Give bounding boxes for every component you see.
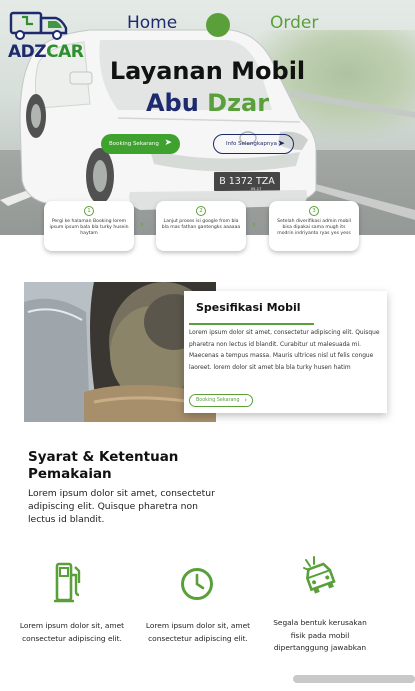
- step-card-2: 2 Lanjut proses isi google from bla bla …: [156, 201, 246, 251]
- step-card-3: 3 Setelah diverifikasi admin mobil bisa …: [269, 201, 359, 251]
- info-button[interactable]: Info Selengkapnya ➤: [213, 134, 294, 154]
- step-number: 1: [84, 206, 94, 216]
- page: B 1372 TZA 05.17 ADZCAR Home Order Layan…: [0, 0, 415, 691]
- terms-title: Syarat & Ketentuan Pemakaian: [28, 449, 179, 482]
- chevron-right-icon: ›: [140, 220, 144, 230]
- clock-icon: [181, 568, 213, 600]
- nav-order-link[interactable]: Order: [270, 13, 318, 33]
- spec-booking-button-label: Booking Sekarang: [196, 398, 240, 403]
- hero-section: B 1372 TZA 05.17 ADZCAR Home Order Layan…: [0, 0, 415, 235]
- terms-body: Lorem ipsum dolor sit amet, consectetur …: [28, 488, 215, 525]
- arrow-right-icon: ›: [244, 396, 247, 404]
- car-crash-icon: [303, 556, 336, 594]
- spec-booking-button[interactable]: Booking Sekarang ›: [189, 394, 253, 407]
- arrow-right-icon: ➤: [164, 138, 172, 148]
- step-text: Lanjut proses isi google from bla bla ma…: [161, 219, 241, 230]
- brand-logo[interactable]: ADZCAR: [8, 8, 84, 64]
- hero-title-abu: Abu: [145, 89, 199, 117]
- spec-description: Lorem ipsum dolor sit amet, consectetur …: [189, 330, 380, 371]
- step-number: 3: [309, 206, 319, 216]
- step-card-1: 1 Pergi ke halaman Booking lorem ipsum i…: [44, 201, 134, 251]
- booking-button-label: Booking Sekarang: [109, 141, 159, 147]
- nav-home-link[interactable]: Home: [127, 13, 177, 33]
- hero-title-line1: Layanan Mobil: [109, 57, 306, 85]
- arrow-right-icon: ➤: [277, 139, 285, 149]
- truck-logo-icon: [9, 11, 68, 40]
- feature-text-1: Lorem ipsum dolor sit, amet consectetur …: [19, 621, 125, 643]
- nav-indicator-dot: [206, 13, 230, 37]
- booking-button[interactable]: Booking Sekarang ➤: [101, 134, 180, 154]
- chevron-right-icon: ›: [252, 220, 256, 230]
- feature-text-2: Lorem ipsum dolor sit, amet consectetur …: [145, 621, 251, 643]
- info-button-label: Info Selengkapnya: [226, 141, 277, 147]
- step-text: Setelah diverifikasi admin mobil bisa di…: [277, 219, 351, 236]
- feature-text-3: Segala bentuk kerusakan fisik pada mobil…: [273, 618, 367, 652]
- spec-title: Spesifikasi Mobil: [196, 301, 301, 314]
- spec-title-underline: [189, 323, 314, 325]
- horizontal-scrollbar[interactable]: [293, 675, 415, 683]
- step-text: Pergi ke halaman Booking lorem ipsum ips…: [49, 219, 129, 236]
- spec-card: Spesifikasi Mobil Lorem ipsum dolor sit …: [184, 291, 387, 413]
- gas-pump-icon: [54, 562, 81, 603]
- hero-title-dzar: Dzar: [207, 89, 270, 117]
- step-number: 2: [196, 206, 206, 216]
- hero-title-line2: Abu Dzar: [0, 89, 415, 117]
